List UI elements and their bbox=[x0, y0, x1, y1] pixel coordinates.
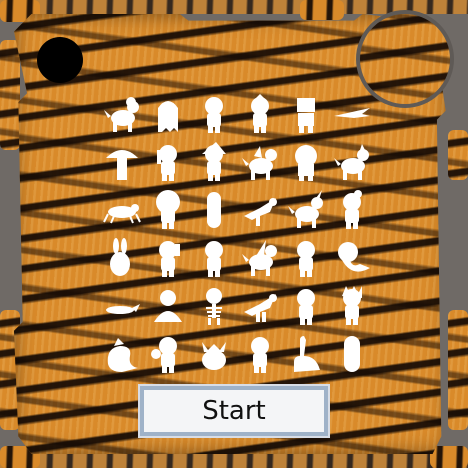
skeleton-icon[interactable] bbox=[192, 284, 236, 328]
mushroom-icon[interactable] bbox=[100, 140, 144, 184]
frame-knob-right-lower bbox=[448, 310, 468, 430]
boxer-icon[interactable] bbox=[146, 332, 190, 376]
kid-icon[interactable] bbox=[192, 92, 236, 136]
dragon-baby-icon[interactable] bbox=[238, 140, 282, 184]
baby-icon[interactable] bbox=[238, 332, 282, 376]
unicorn-icon[interactable] bbox=[284, 188, 328, 232]
lizard-icon[interactable] bbox=[100, 284, 144, 328]
spider-icon[interactable] bbox=[100, 188, 144, 232]
flame-kid-icon[interactable] bbox=[238, 92, 282, 136]
round-kid-icon[interactable] bbox=[192, 236, 236, 280]
sea-dragon-icon[interactable] bbox=[100, 332, 144, 376]
ghost-icon[interactable] bbox=[146, 92, 190, 136]
lion-icon[interactable] bbox=[284, 140, 328, 184]
piece-grid bbox=[100, 92, 370, 380]
frame-bottom-bar bbox=[0, 454, 468, 468]
dino-neck-icon[interactable] bbox=[284, 332, 328, 376]
frame-knob-right-upper bbox=[448, 130, 468, 180]
curly-kid-icon[interactable] bbox=[330, 188, 374, 232]
black-token[interactable] bbox=[37, 37, 83, 83]
bust-icon[interactable] bbox=[146, 284, 190, 328]
pillar-kid-icon[interactable] bbox=[192, 188, 236, 232]
pegasus-icon[interactable] bbox=[238, 236, 282, 280]
mermaid-icon[interactable] bbox=[330, 236, 374, 280]
wolf-icon[interactable] bbox=[330, 140, 374, 184]
spiky-kid-icon[interactable] bbox=[330, 284, 374, 328]
bunny-icon[interactable] bbox=[100, 236, 144, 280]
pants-kid-icon[interactable] bbox=[284, 236, 328, 280]
hooded-kid-icon[interactable] bbox=[284, 284, 328, 328]
pony-icon[interactable] bbox=[100, 92, 144, 136]
moose-icon[interactable] bbox=[192, 332, 236, 376]
ponytail-kid-icon[interactable] bbox=[146, 236, 190, 280]
girl-icon[interactable] bbox=[146, 140, 190, 184]
robot-icon[interactable] bbox=[284, 92, 328, 136]
bighair-kid-icon[interactable] bbox=[146, 188, 190, 232]
capsule-kid-icon[interactable] bbox=[330, 332, 374, 376]
witch-icon[interactable] bbox=[192, 140, 236, 184]
bird-icon[interactable] bbox=[238, 188, 282, 232]
dino-icon[interactable] bbox=[238, 284, 282, 328]
start-button[interactable]: Start bbox=[138, 384, 330, 438]
frame-knob-top-mid bbox=[300, 0, 344, 20]
frame-knob-left-upper bbox=[0, 40, 20, 150]
dragonfly-icon[interactable] bbox=[330, 92, 374, 136]
frame-knob-bottom-right bbox=[430, 446, 468, 468]
